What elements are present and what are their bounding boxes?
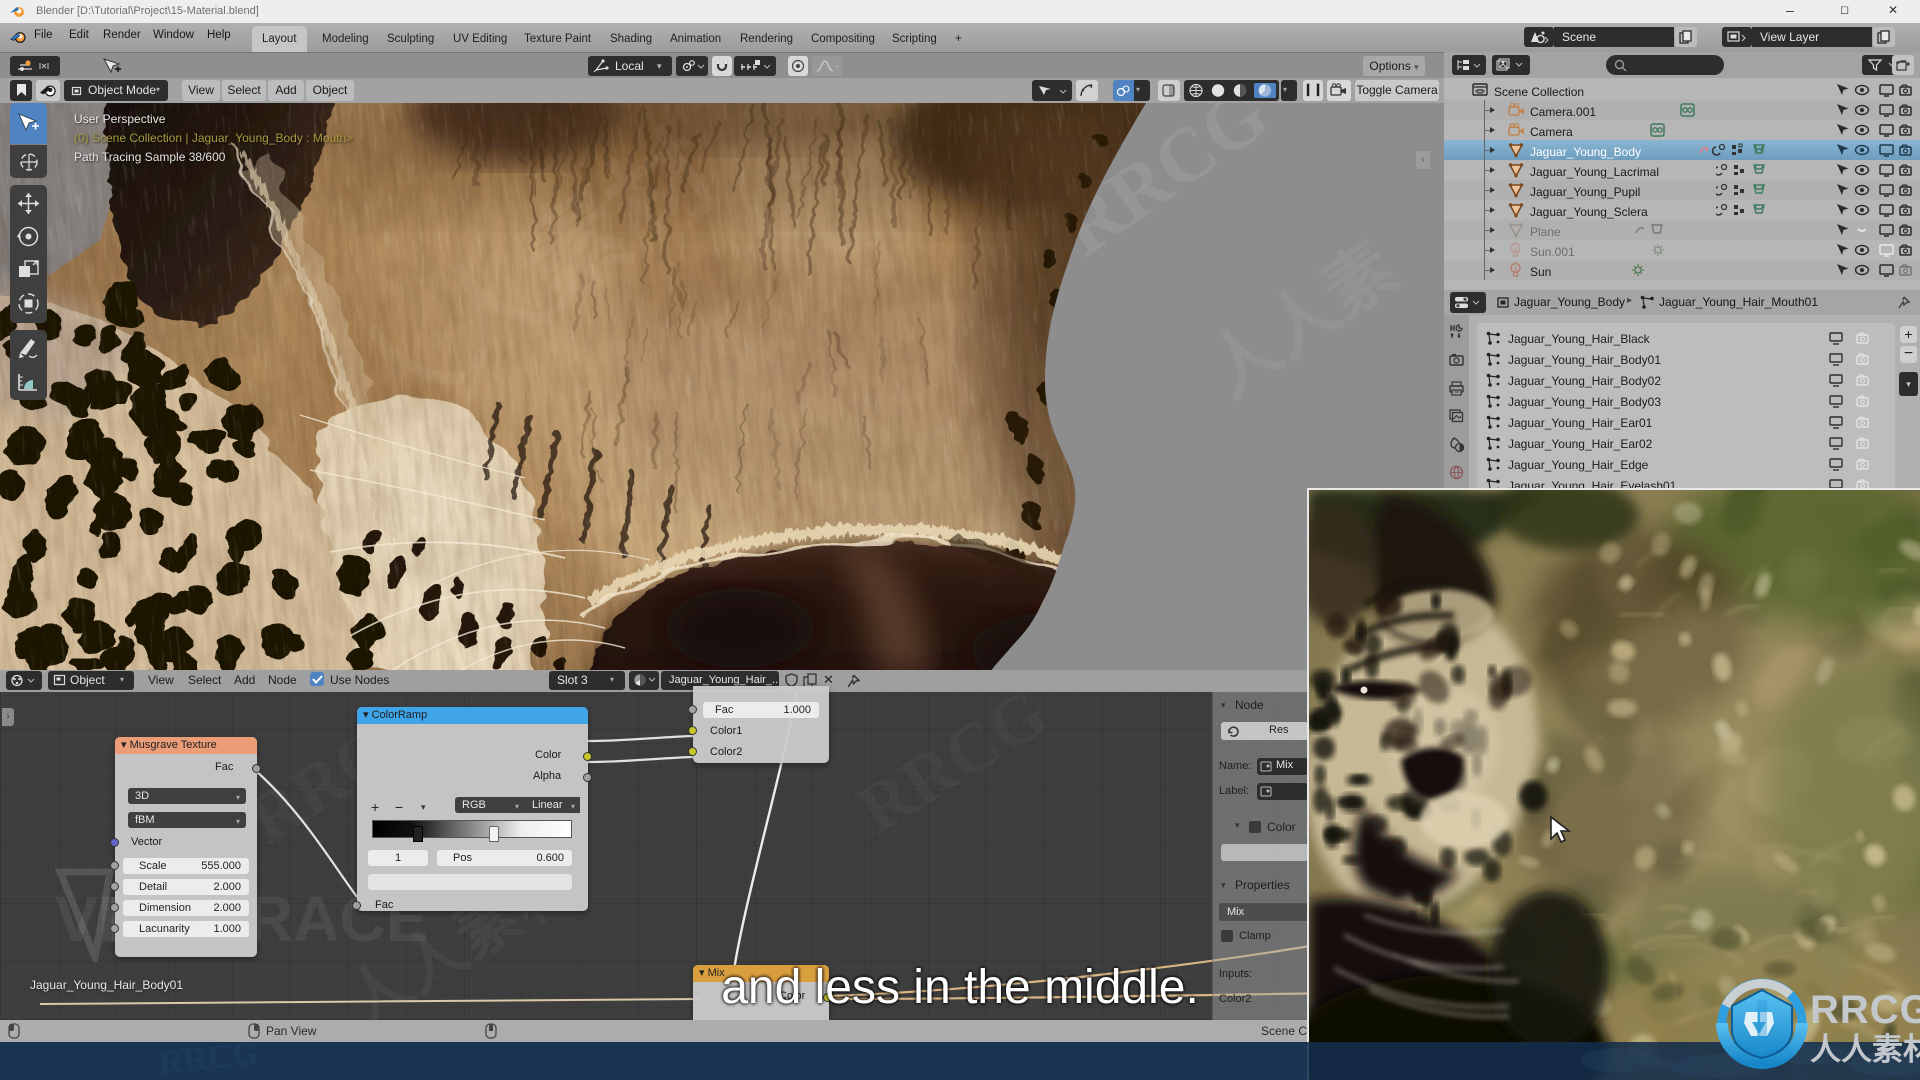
svg-text:RRCG: RRCG — [157, 1044, 260, 1080]
svg-text:人人素材: 人人素材 — [1810, 1032, 1920, 1067]
svg-text:RRCG: RRCG — [1810, 988, 1920, 1032]
svg-text:人人素材: 人人素材 — [450, 1050, 570, 1080]
